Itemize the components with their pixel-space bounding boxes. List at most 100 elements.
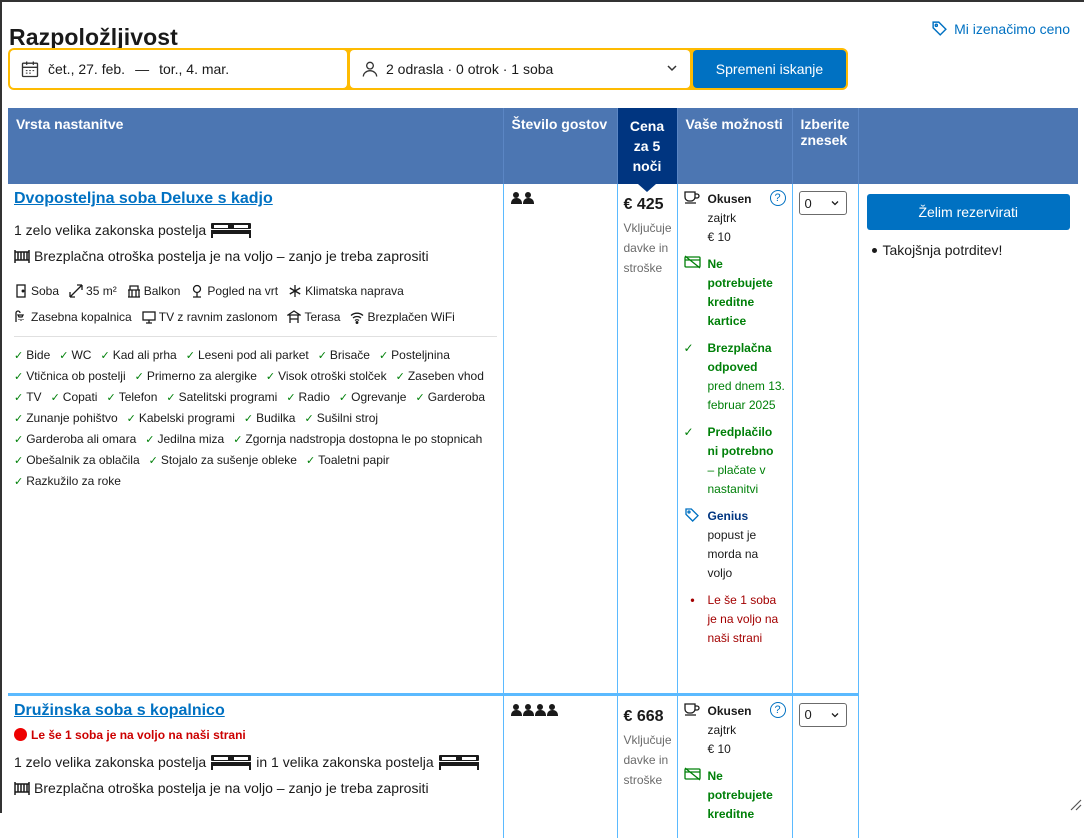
- amenity-label: Garderoba: [427, 390, 486, 404]
- header-guests: Število gostov: [503, 108, 618, 184]
- no-card-label: Ne potrebujete kreditne kartice: [707, 257, 773, 328]
- checkmark-icon: ✓: [243, 413, 254, 425]
- garden-view-icon: [193, 284, 202, 298]
- facility-label: Balkon: [143, 284, 181, 298]
- amenity-item: ✓ Vtičnica ob postelji: [14, 366, 126, 387]
- tv-icon: [142, 311, 156, 324]
- checkmark-icon: ✓: [126, 413, 136, 425]
- breakfast-sub: zajtrk: [707, 722, 737, 737]
- crib-icon: [14, 781, 30, 795]
- chevron-down-icon: [831, 201, 838, 206]
- room-name-link[interactable]: Dvoposteljna soba Deluxe s kadjo: [14, 190, 273, 208]
- amenity-label: Ogrevanje: [351, 390, 407, 404]
- amenity-item: ✓ Kad ali prha: [100, 345, 176, 366]
- price-match-link[interactable]: Mi izenačimo ceno: [931, 20, 1070, 37]
- facility-label: 35 m²: [86, 284, 117, 298]
- amenity-label: Jedilna miza: [157, 432, 225, 446]
- crib-icon: [14, 250, 30, 263]
- amenity-item: ✓ Obešalnik za oblačila: [14, 450, 140, 471]
- amenity-label: Obešalnik za oblačila: [26, 453, 140, 467]
- facility-terrace: Terasa: [287, 304, 340, 330]
- amenity-item: ✓ Zgornja nadstropja dostopna le po stopn…: [233, 429, 482, 450]
- person-icon: [522, 703, 534, 716]
- bed-label: 1 zelo velika zakonska postelja: [14, 222, 207, 238]
- checkmark-icon: ✓: [100, 350, 110, 362]
- person-icon: [546, 703, 558, 716]
- room-icon: [16, 284, 26, 298]
- amenity-label: Satelitski programi: [178, 390, 278, 404]
- help-icon[interactable]: ?: [769, 190, 786, 206]
- checkmark-icon: ✓: [50, 392, 60, 404]
- checkmark-icon: ✓: [14, 413, 24, 425]
- resize-grip-icon[interactable]: [1068, 797, 1082, 811]
- header-reserve: [858, 108, 1078, 184]
- amenity-label: Stojalo za sušenje obleke: [160, 453, 297, 467]
- wifi-icon: [351, 312, 364, 324]
- room-quantity-select[interactable]: 0: [798, 191, 847, 215]
- free-cancel-sub: pred dnem 13. februar 2025: [707, 379, 785, 412]
- option-scarcity: • Le še 1 soba je na voljo na naši stran…: [684, 591, 786, 648]
- checkin-date: čet., 27. feb.: [48, 61, 126, 77]
- snowflake-icon: [289, 285, 301, 297]
- checkmark-icon: ✓: [233, 434, 243, 446]
- options-cell: Okusen zajtrk € 10 ? Ne potrebujete kredit…: [677, 692, 793, 838]
- availability-table: Vrsta nastanitve Število gostov Cena za …: [8, 108, 1078, 838]
- amenity-label: Vtičnica ob postelji: [26, 369, 126, 383]
- checkmark-icon: ✓: [305, 455, 316, 467]
- checkmark-icon: ✓: [395, 371, 405, 383]
- room-quantity-select[interactable]: 0: [798, 702, 847, 727]
- option-no-card: Ne potrebujete kreditne kartice: [683, 255, 786, 331]
- breakfast-title: Okusen: [707, 703, 752, 718]
- amenity-item: ✓ Primerno za alergike: [135, 366, 257, 387]
- facility-bathroom: Zasebna kopalnica: [14, 304, 132, 330]
- help-icon[interactable]: ?: [769, 701, 786, 718]
- amenity-item: ✓ Garderoba: [415, 387, 485, 408]
- checkout-date: tor., 4. mar.: [159, 61, 230, 77]
- change-search-button[interactable]: Spremeni iskanje: [693, 50, 846, 88]
- amenity-label: Budilka: [256, 411, 296, 425]
- price-amount: € 668: [623, 707, 664, 725]
- date-picker[interactable]: čet., 27. feb. — tor., 4. mar.: [10, 50, 347, 88]
- amenity-item: ✓ Stojalo za sušenje obleke: [149, 450, 297, 471]
- checkmark-icon: ✓: [14, 350, 24, 362]
- room-name-link[interactable]: Družinska soba s kopalnico: [14, 702, 225, 720]
- facility-wifi: Brezplačen WiFi: [350, 304, 455, 330]
- checkmark-icon: ✓: [286, 392, 296, 404]
- price-amount: € 425: [623, 196, 664, 213]
- amenity-item: ✓ Brisače: [318, 345, 370, 366]
- amenity-label: Primerno za alergike: [146, 369, 257, 383]
- price-cell: € 668 Vključuje davke in stroške: [616, 692, 678, 838]
- checkmark-icon: ✓: [304, 413, 314, 425]
- person-icon: [534, 703, 546, 716]
- options-cell: Okusen zajtrk € 10 ? Ne potrebujete kredit…: [677, 184, 793, 694]
- facility-garden-view: Pogled na vrt: [190, 278, 278, 304]
- calendar-icon: [21, 61, 39, 78]
- scarcity-warning: Le še 1 soba je na voljo na naši strani: [14, 728, 497, 742]
- person-icon: [522, 192, 534, 204]
- select-cell: 0: [792, 692, 859, 838]
- amenity-label: Razkužilo za roke: [26, 474, 121, 488]
- page-title: Razpoložljivost: [9, 24, 178, 50]
- amenity-label: Posteljnina: [391, 348, 450, 362]
- person-icon: [510, 703, 522, 716]
- amenity-item: ✓ Copati: [51, 387, 98, 408]
- checkmark-icon: ✓: [14, 371, 24, 383]
- price-cell: € 425 Vključuje davke in stroške: [616, 184, 678, 694]
- checkmark-icon: ✓: [148, 455, 158, 467]
- balcony-icon: [127, 285, 140, 298]
- guest-count-icons: [504, 184, 617, 212]
- checkmark-icon: ✓: [317, 350, 327, 362]
- option-breakfast: Okusen zajtrk € 10 ?: [683, 190, 786, 247]
- checkmark-icon: ✓: [683, 341, 694, 355]
- amenity-item: ✓ Zaseben vhod: [396, 366, 484, 387]
- person-icon: [362, 61, 378, 77]
- option-free-cancel: ✓ Brezplačna odpoved pred dnem 13. februa…: [684, 339, 786, 415]
- person-icon: [510, 192, 522, 204]
- reserve-button[interactable]: Želim rezervirati: [866, 194, 1070, 230]
- guests-selector[interactable]: 2 odrasla · 0 otrok · 1 soba: [350, 50, 690, 88]
- option-no-card: Ne potrebujete kreditne: [683, 766, 786, 824]
- amenity-label: TV: [26, 390, 42, 404]
- amenity-item: ✓ Telefon: [106, 387, 157, 408]
- price-tax-note: Vključuje davke in stroške: [623, 732, 672, 787]
- double-bed-icon: [211, 754, 252, 770]
